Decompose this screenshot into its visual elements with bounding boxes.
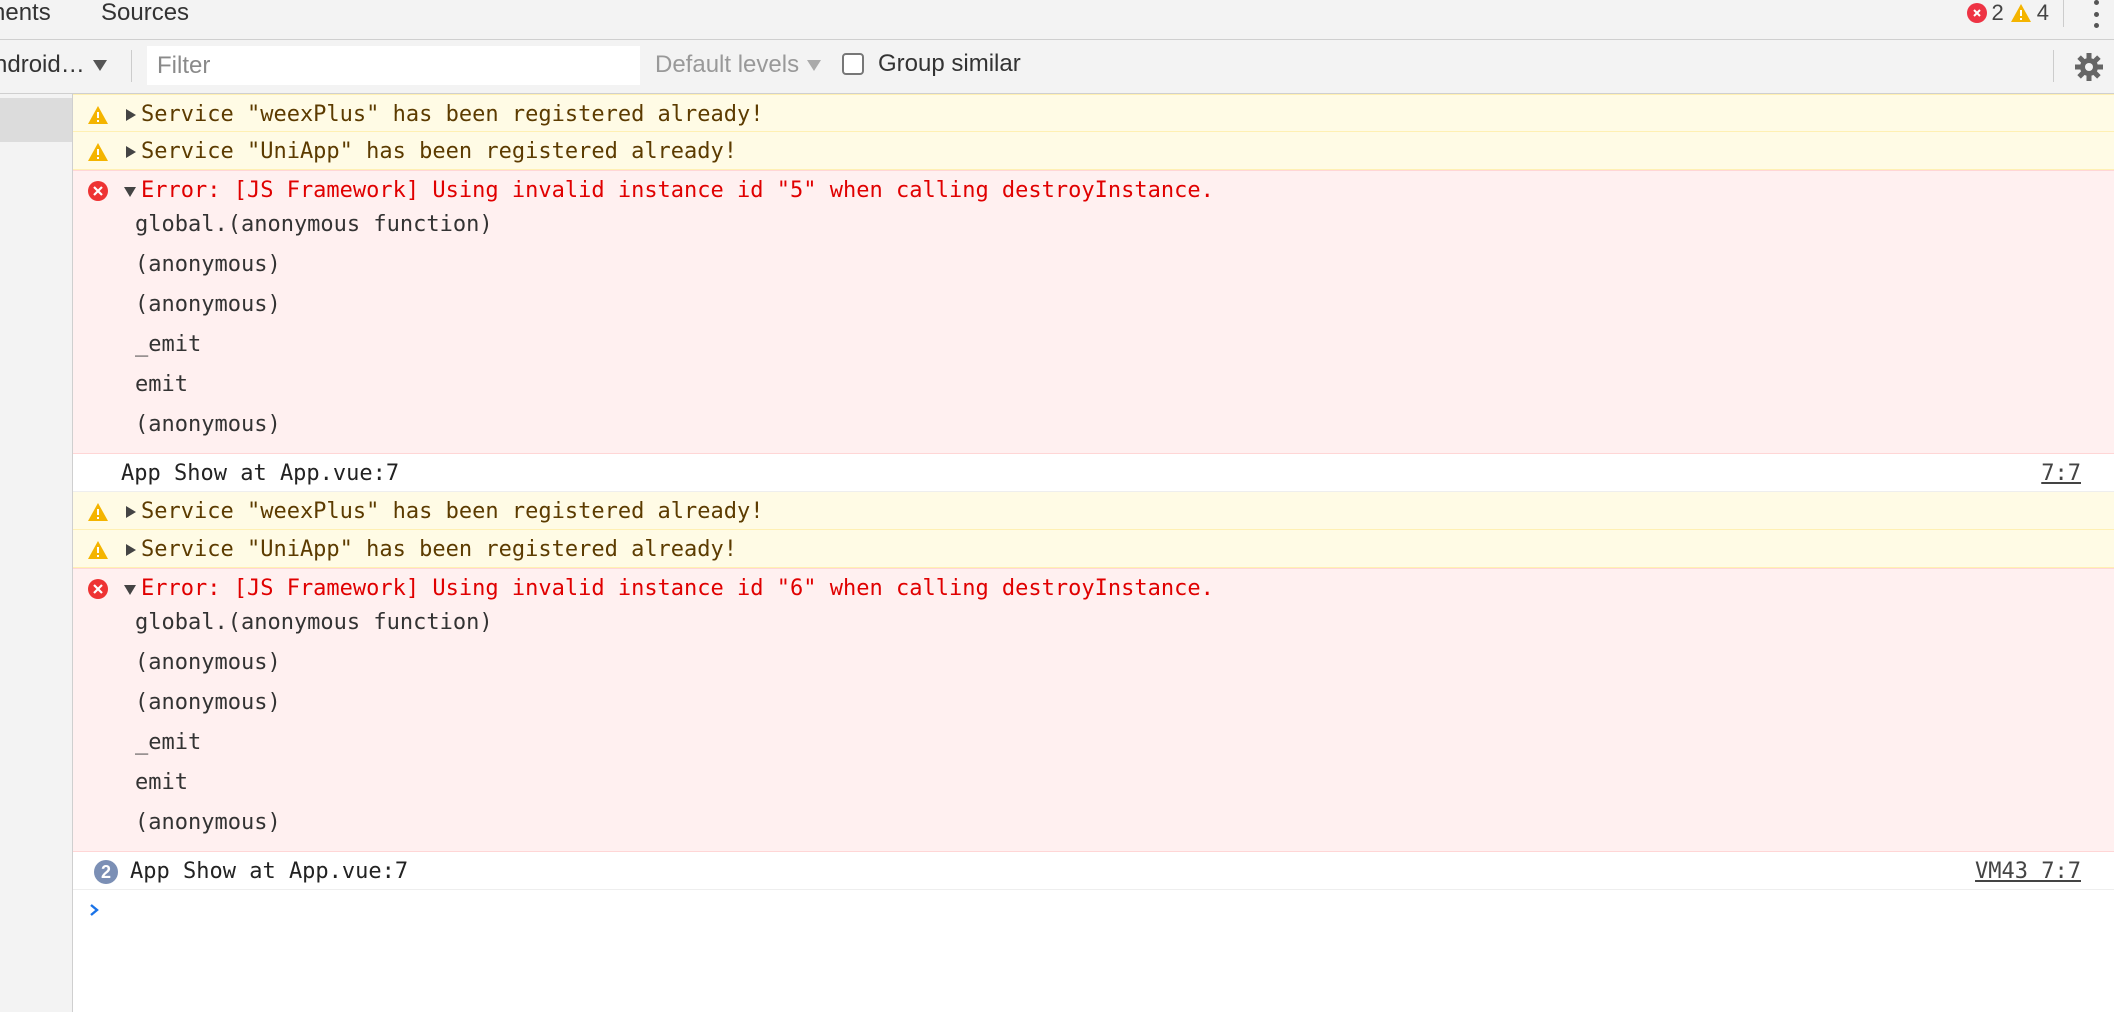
message-text: Service "UniApp" has been registered alr… <box>141 139 738 164</box>
context-selector[interactable]: ndroid… <box>0 51 107 79</box>
expand-arrow-icon[interactable] <box>126 146 136 158</box>
stack-frame[interactable]: emit <box>135 763 2114 803</box>
stack-frame[interactable]: global.(anonymous function) <box>135 205 2114 245</box>
stack-frame[interactable]: global.(anonymous function) <box>135 603 2114 643</box>
warning-icon <box>88 142 108 167</box>
chevron-down-icon <box>92 59 107 71</box>
message-text: Service "UniApp" has been registered alr… <box>141 537 738 562</box>
stack-frame[interactable]: (anonymous) <box>135 285 2114 325</box>
group-similar-checkbox[interactable] <box>842 53 864 75</box>
toolbar-divider <box>131 50 132 82</box>
sidebar-item-selected[interactable] <box>0 98 72 142</box>
console-log-message[interactable]: 2 App Show at App.vue:7 VM43 7:7 <box>73 852 2114 890</box>
console-sidebar <box>0 94 73 1012</box>
error-icon <box>1966 3 1987 23</box>
source-link[interactable]: VM43 7:7 <box>1975 859 2081 884</box>
filter-input[interactable] <box>147 46 640 85</box>
levels-label: Default levels <box>655 51 800 78</box>
stack-frame[interactable]: _emit <box>135 325 2114 365</box>
warning-counter[interactable]: 4 <box>2010 0 2049 26</box>
console-prompt[interactable] <box>73 890 2114 930</box>
message-text: App Show at App.vue:7 <box>130 859 409 884</box>
stack-frame[interactable]: emit <box>135 365 2114 405</box>
message-text: Service "weexPlus" has been registered a… <box>141 499 764 524</box>
gear-icon[interactable] <box>2074 52 2104 87</box>
expand-arrow-icon[interactable] <box>126 544 136 556</box>
stack-frame[interactable]: _emit <box>135 723 2114 763</box>
collapse-arrow-icon[interactable] <box>124 187 136 197</box>
console-error-message[interactable]: Error: [JS Framework] Using invalid inst… <box>73 568 2114 852</box>
counter-divider <box>2063 0 2064 27</box>
collapse-arrow-icon[interactable] <box>124 585 136 595</box>
console-error-message[interactable]: Error: [JS Framework] Using invalid inst… <box>73 170 2114 454</box>
warning-icon <box>88 502 108 527</box>
warning-icon <box>2010 3 2032 23</box>
error-text: Error: [JS Framework] Using invalid inst… <box>141 576 1214 601</box>
stack-frame[interactable]: (anonymous) <box>135 405 2114 445</box>
console-toolbar: ndroid… Default levels Group similar <box>0 40 2114 94</box>
repeat-count-badge: 2 <box>94 860 118 884</box>
expand-arrow-icon[interactable] <box>126 109 136 121</box>
stack-frame[interactable]: (anonymous) <box>135 803 2114 843</box>
error-counter[interactable]: 2 <box>1966 0 2004 26</box>
context-label: ndroid… <box>0 51 85 78</box>
error-icon <box>88 181 108 207</box>
console-warning-message[interactable]: Service "UniApp" has been registered alr… <box>73 132 2114 170</box>
console-warning-message[interactable]: Service "weexPlus" has been registered a… <box>73 94 2114 132</box>
error-text: Error: [JS Framework] Using invalid inst… <box>141 178 1214 203</box>
console-warning-message[interactable]: Service "weexPlus" has been registered a… <box>73 492 2114 530</box>
toolbar-divider <box>2053 50 2054 82</box>
console-messages: Service "weexPlus" has been registered a… <box>73 94 2114 1012</box>
devtools-tab-bar: nents Sources 2 4 <box>0 0 2114 40</box>
chevron-down-icon <box>807 59 822 71</box>
error-header[interactable]: Error: [JS Framework] Using invalid inst… <box>73 569 2114 603</box>
stack-frame[interactable]: (anonymous) <box>135 643 2114 683</box>
stack-frame[interactable]: (anonymous) <box>135 245 2114 285</box>
log-levels-dropdown[interactable]: Default levels <box>655 51 822 79</box>
more-options-icon[interactable] <box>2092 0 2100 28</box>
console-log-message[interactable]: App Show at App.vue:7 7:7 <box>73 454 2114 492</box>
warning-icon <box>88 540 108 565</box>
error-count: 2 <box>1991 0 2004 25</box>
stack-trace: global.(anonymous function) (anonymous) … <box>73 205 2114 453</box>
group-similar-label: Group similar <box>878 50 1021 77</box>
stack-frame[interactable]: (anonymous) <box>135 683 2114 723</box>
tab-sources[interactable]: Sources <box>101 0 189 26</box>
issue-counters[interactable]: 2 4 <box>1966 0 2064 27</box>
message-text: App Show at App.vue:7 <box>121 461 400 486</box>
warning-count: 4 <box>2036 0 2049 25</box>
message-text: Service "weexPlus" has been registered a… <box>141 102 764 127</box>
error-icon <box>88 579 108 605</box>
stack-trace: global.(anonymous function) (anonymous) … <box>73 603 2114 851</box>
group-similar-toggle[interactable]: Group similar <box>842 50 1021 78</box>
warning-icon <box>88 105 108 130</box>
chevron-right-icon <box>88 902 100 923</box>
error-header[interactable]: Error: [JS Framework] Using invalid inst… <box>73 171 2114 205</box>
expand-arrow-icon[interactable] <box>126 506 136 518</box>
source-link[interactable]: 7:7 <box>2041 461 2081 486</box>
console-warning-message[interactable]: Service "UniApp" has been registered alr… <box>73 530 2114 568</box>
tab-elements[interactable]: nents <box>0 0 51 26</box>
